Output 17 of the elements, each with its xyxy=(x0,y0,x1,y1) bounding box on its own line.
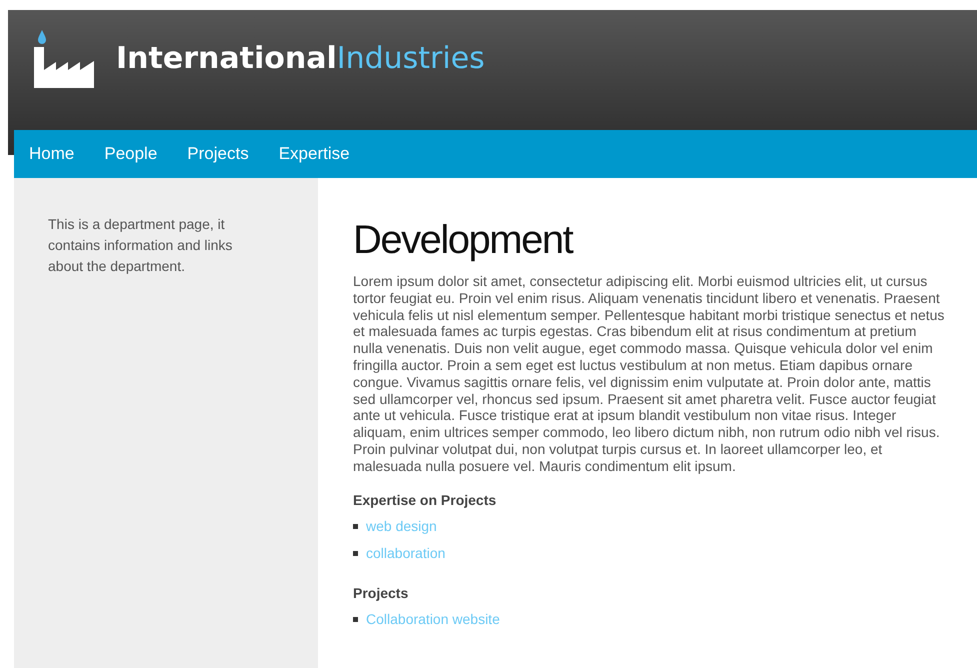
project-link[interactable]: collaboration xyxy=(366,544,446,562)
factory-logo-icon xyxy=(34,28,96,88)
section-heading: Projects xyxy=(353,584,410,602)
project-link[interactable]: web design xyxy=(366,518,437,535)
bullet-icon xyxy=(353,550,358,556)
nav-link[interactable]: Projects xyxy=(187,141,249,167)
bullet-icon xyxy=(353,616,358,622)
section-heading: Expertise on Projects xyxy=(353,490,498,509)
bullet-icon xyxy=(353,524,358,529)
project-link[interactable]: Collaboration website xyxy=(366,610,500,628)
nav-link[interactable]: Home xyxy=(29,141,74,167)
site-logo-text: InternationalIndustries xyxy=(116,44,485,78)
body-paragraph: Lorem ipsum dolor sit amet, consectetur adipiscing elit. Morbi euismod ultricies elit, ut cursus tortor feugiat eu. Proin vel enim risus. Aliquam venenatis tincidunt libero et venenatis. Praesent vehicula felis ut nisl elementum semper. Pellentesque habitant morbi tristique senectus et netus et malesuada fames ac turpis egestas. Cras bibendum elit at risus condimentum at pretium nulla venenatis. Duis non velit augue, eget commodo massa. Quisque vehicula dolor vel enim fringilla auctor. Proin a sem eget est luctus vestibulum at non metus. Etiam dapibus ornare congue. Vivamus sagittis ornare felis, vel dignissim enim vulputate at. Proin dolor ante, mattis sed ullamcorper vel, rhoncus sed ipsum. Praesent sit amet pharetra velit. Fusce auctor feugiat ante ut vehicula. Fusce tristique erat at ipsum blandit vestibulum non vitae risus. Integer aliquam, enim ultrices semper commodo, leo libero dictum nibh, non rutrum odio nibh vel risus. Proin pulvinar volutpat dui, non volutpat turpis cursus et. In laoreet ullamcorper leo, et malesuada nulla posuere vel. Mauris condimentum elit ipsum. xyxy=(353,273,946,475)
nav-link[interactable]: People xyxy=(104,141,158,167)
nav-link[interactable]: Expertise xyxy=(278,141,350,167)
sidebar-description: This is a department page, it contains information and links about the department. xyxy=(48,215,234,276)
page-title: Development xyxy=(353,217,574,264)
